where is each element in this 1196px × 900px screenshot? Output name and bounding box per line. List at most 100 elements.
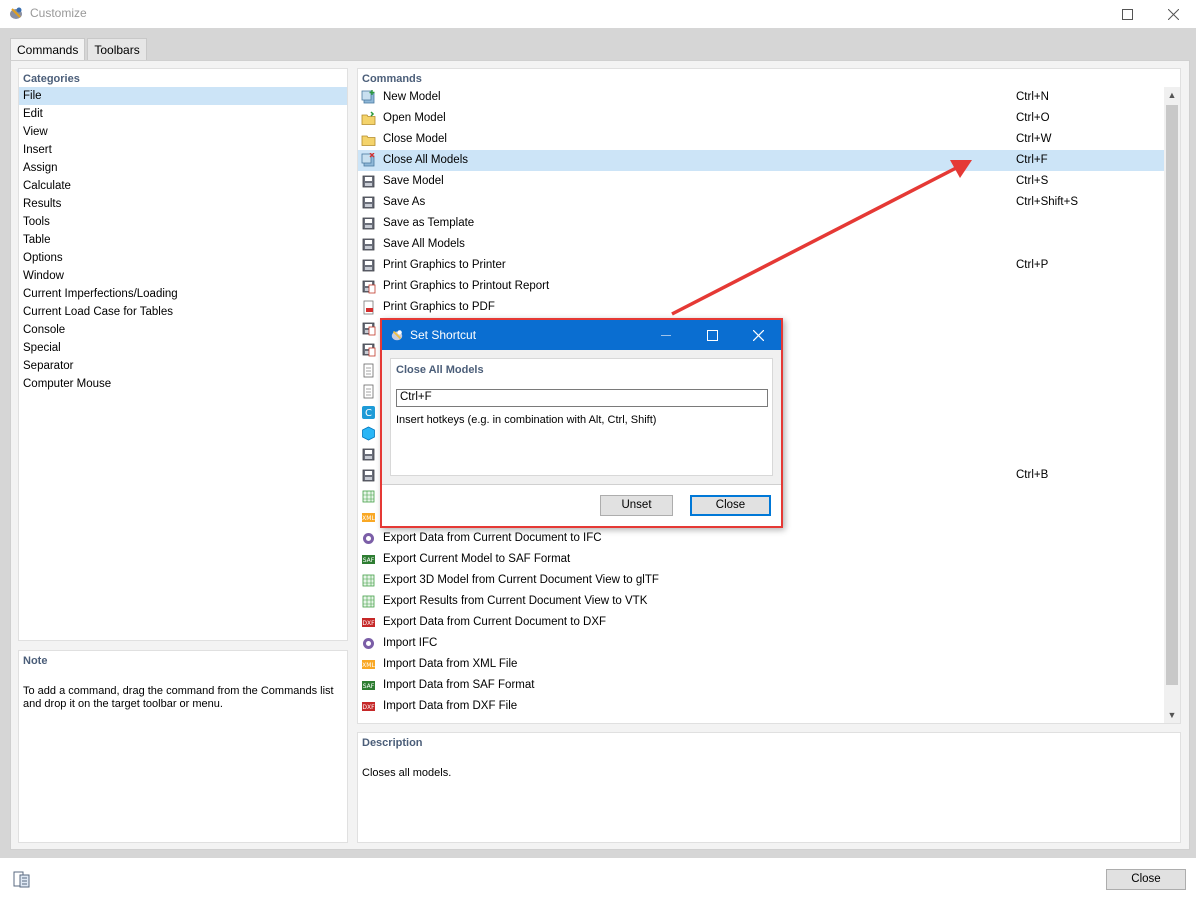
description-text: Closes all models.	[362, 767, 452, 779]
minimize-icon	[661, 334, 671, 336]
command-label: Print Graphics to PDF	[383, 301, 495, 313]
window-titlebar: Customize	[0, 0, 1196, 28]
vtk-export-icon	[362, 595, 375, 608]
maximize-button[interactable]	[1104, 0, 1150, 28]
dialog-close-button[interactable]: Close	[690, 495, 771, 516]
command-label: Save Model	[383, 175, 444, 187]
category-item[interactable]: Table	[19, 231, 347, 249]
dialog-minimize-button[interactable]	[643, 320, 689, 350]
command-row[interactable]: Print Graphics to Printout Report	[358, 276, 1164, 297]
close-window-button[interactable]	[1150, 0, 1196, 28]
app-icon	[391, 330, 403, 341]
tab-strip: Commands Toolbars	[10, 38, 149, 61]
category-item[interactable]: Computer Mouse	[19, 375, 347, 393]
pdf-icon	[363, 300, 374, 315]
command-label: Import Data from DXF File	[383, 700, 518, 712]
categories-title: Categories	[23, 73, 80, 85]
saf-import-icon: SAF	[362, 681, 375, 690]
command-row[interactable]: Export Results from Current Document Vie…	[358, 591, 1164, 612]
block-icon	[362, 448, 375, 461]
category-item[interactable]: Calculate	[19, 177, 347, 195]
dialog-maximize-button[interactable]	[689, 320, 735, 350]
command-row[interactable]: SAF Export Current Model to SAF Format	[358, 549, 1164, 570]
command-label: Export Data from Current Document to IFC	[383, 532, 602, 544]
report-icon	[363, 384, 374, 399]
command-label: Save as Template	[383, 217, 475, 229]
set-shortcut-dialog: Set Shortcut Close All Models Ctrl+F Ins…	[380, 318, 783, 528]
command-row[interactable]: Save Model Ctrl+S	[358, 171, 1164, 192]
command-row[interactable]: Export Data from Current Document to IFC	[358, 528, 1164, 549]
command-row[interactable]: DXF Export Data from Current Document to …	[358, 612, 1164, 633]
scrollbar-thumb[interactable]	[1166, 105, 1178, 685]
category-item[interactable]: Insert	[19, 141, 347, 159]
shortcut-input[interactable]: Ctrl+F	[396, 389, 768, 407]
command-row[interactable]: Save As Ctrl+Shift+S	[358, 192, 1164, 213]
command-label: Import IFC	[383, 637, 438, 649]
command-label: Print Graphics to Printout Report	[383, 280, 550, 292]
command-row[interactable]: Save as Template	[358, 213, 1164, 234]
commands-scrollbar[interactable]: ▲ ▼	[1164, 87, 1180, 723]
shortcut-command-name: Close All Models	[396, 364, 484, 376]
category-item[interactable]: Console	[19, 321, 347, 339]
set-shortcut-titlebar: Set Shortcut	[382, 320, 781, 350]
description-panel: Description Closes all models.	[357, 732, 1181, 843]
new-model-icon	[361, 90, 375, 104]
command-label: Open Model	[383, 112, 446, 124]
category-item[interactable]: Tools	[19, 213, 347, 231]
command-row[interactable]: DXF Import Data from DXF File	[358, 696, 1164, 717]
command-row[interactable]: SAF Import Data from SAF Format	[358, 675, 1164, 696]
command-shortcut: Ctrl+O	[1016, 112, 1050, 124]
command-row[interactable]: Print Graphics to PDF	[358, 297, 1164, 318]
command-label: Save As	[383, 196, 426, 208]
printout-report-icon	[362, 280, 376, 294]
note-title: Note	[23, 655, 48, 667]
category-item[interactable]: File	[19, 87, 347, 105]
save-all-icon	[362, 238, 375, 251]
category-item[interactable]: Special	[19, 339, 347, 357]
command-row[interactable]: Print Graphics to Printer Ctrl+P	[358, 255, 1164, 276]
customize-options-icon[interactable]	[12, 869, 32, 889]
batch-icon	[362, 469, 375, 482]
command-row[interactable]: Open Model Ctrl+O	[358, 108, 1164, 129]
command-row[interactable]: Import IFC	[358, 633, 1164, 654]
tab-toolbars[interactable]: Toolbars	[87, 38, 147, 60]
command-shortcut: Ctrl+F	[1016, 154, 1048, 166]
tab-commands[interactable]: Commands	[10, 38, 86, 61]
command-label: Export Data from Current Document to DXF	[383, 616, 607, 628]
category-item[interactable]: View	[19, 123, 347, 141]
command-row[interactable]: Export 3D Model from Current Document Vi…	[358, 570, 1164, 591]
command-row[interactable]: New Model Ctrl+N	[358, 87, 1164, 108]
command-label: Close Model	[383, 133, 447, 145]
pdf-print-icon	[362, 322, 376, 336]
close-button[interactable]: Close	[1106, 869, 1186, 890]
category-item[interactable]: Current Load Case for Tables	[19, 303, 347, 321]
shortcut-panel: Close All Models Ctrl+F Insert hotkeys (…	[390, 358, 773, 476]
category-item[interactable]: Current Imperfections/Loading	[19, 285, 347, 303]
xml-export-icon: XML	[362, 513, 375, 522]
scroll-up-icon[interactable]: ▲	[1164, 87, 1180, 103]
note-text: To add a command, drag the command from …	[23, 685, 334, 710]
command-shortcut: Ctrl+S	[1016, 175, 1049, 187]
close-all-icon	[361, 153, 375, 167]
command-row[interactable]: Save All Models	[358, 234, 1164, 255]
footer-bar: Close	[0, 858, 1196, 900]
category-item[interactable]: Results	[19, 195, 347, 213]
command-row[interactable]: Close All Models Ctrl+F	[358, 150, 1164, 171]
category-item[interactable]: Options	[19, 249, 347, 267]
scroll-down-icon[interactable]: ▼	[1164, 707, 1180, 723]
category-item[interactable]: Separator	[19, 357, 347, 375]
dxf-export-icon: DXF	[362, 618, 375, 627]
command-label: Export Current Model to SAF Format	[383, 553, 571, 565]
command-row[interactable]: Close Model Ctrl+W	[358, 129, 1164, 150]
ifc-export-icon	[363, 533, 374, 544]
category-item[interactable]: Edit	[19, 105, 347, 123]
command-shortcut: Ctrl+B	[1016, 469, 1049, 481]
category-item[interactable]: Window	[19, 267, 347, 285]
category-item[interactable]: Assign	[19, 159, 347, 177]
svg-text:C: C	[365, 408, 372, 419]
command-shortcut: Ctrl+Shift+S	[1016, 196, 1078, 208]
unset-button[interactable]: Unset	[600, 495, 673, 516]
command-row[interactable]: XML Import Data from XML File	[358, 654, 1164, 675]
command-label: Export Results from Current Document Vie…	[383, 595, 648, 607]
dialog-close-x-button[interactable]	[735, 320, 781, 350]
